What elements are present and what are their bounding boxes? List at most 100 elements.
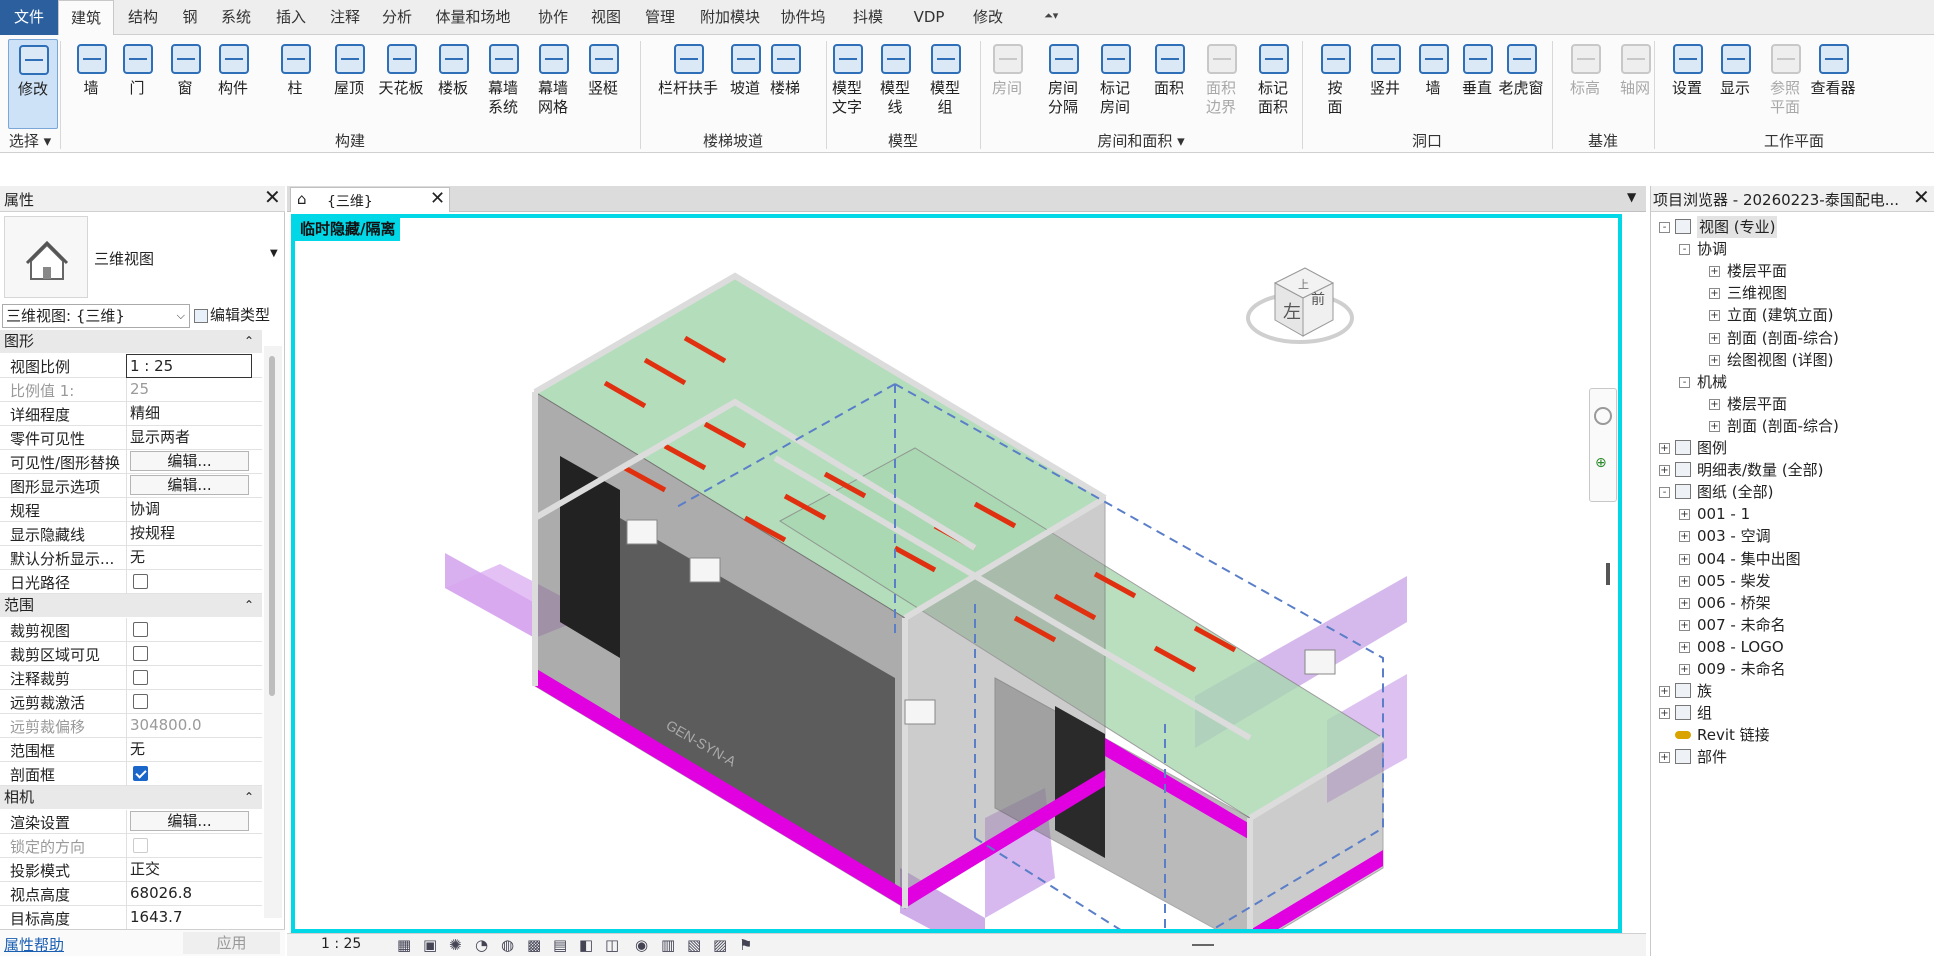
view-control-icon-0[interactable]: ▦ xyxy=(397,936,411,954)
ribbon-button-23[interactable]: 标记 面积 xyxy=(1248,39,1298,129)
menu-tab-3[interactable]: 钢 xyxy=(172,0,208,35)
property-checkbox[interactable] xyxy=(133,646,148,661)
expand-icon[interactable]: + xyxy=(1659,443,1670,454)
viewport-resize-handle[interactable] xyxy=(1606,563,1610,585)
menu-tab-2[interactable]: 结构 xyxy=(114,0,172,35)
collapse-icon[interactable]: - xyxy=(1659,487,1670,499)
view-control-icon-10[interactable]: ▥ xyxy=(661,936,675,954)
tree-node[interactable]: +003 - 空调 xyxy=(1651,525,1934,547)
property-value[interactable]: 1 : 25 xyxy=(126,354,252,378)
close-tab-icon[interactable]: ✕ xyxy=(430,188,445,209)
expand-icon[interactable]: + xyxy=(1679,664,1690,675)
ribbon-button-29[interactable]: 标高 xyxy=(1560,39,1610,129)
ribbon-button-12[interactable]: 栏杆扶手 xyxy=(648,39,728,129)
view-control-icon-11[interactable]: ▧ xyxy=(687,936,701,954)
tree-node[interactable]: + 绘图视图 (详图) xyxy=(1651,349,1934,371)
tree-node[interactable]: +004 - 集中出图 xyxy=(1651,548,1934,570)
menu-tab-11[interactable]: 管理 xyxy=(630,0,690,35)
tree-node[interactable]: + 部件 xyxy=(1651,746,1934,768)
instance-selector[interactable]: 三维视图: {三维} ⌵ xyxy=(2,304,190,328)
expand-icon[interactable]: + xyxy=(1709,420,1720,432)
property-checkbox[interactable] xyxy=(133,622,148,637)
ribbon-group-0[interactable]: 选择 ▾ xyxy=(0,130,60,152)
ribbon-button-5[interactable]: 柱 xyxy=(270,39,320,129)
edit-button[interactable]: 编辑... xyxy=(130,451,249,471)
menu-tab-13[interactable]: 协件坞 xyxy=(770,0,836,35)
tree-node[interactable]: +009 - 未命名 xyxy=(1651,658,1934,680)
expand-icon[interactable]: + xyxy=(1679,575,1690,587)
collapse-icon[interactable]: ⌃ xyxy=(244,594,254,617)
view-control-icon-1[interactable]: ▣ xyxy=(423,936,437,954)
property-value[interactable]: 无 xyxy=(126,546,252,570)
properties-scrollbar[interactable] xyxy=(264,346,282,918)
ribbon-button-26[interactable]: 墙 xyxy=(1408,39,1458,129)
tree-node[interactable]: - 机械 xyxy=(1651,371,1934,393)
menu-tab-16[interactable]: 修改 xyxy=(958,0,1018,35)
ribbon-button-25[interactable]: 竖井 xyxy=(1360,39,1410,129)
property-checkbox[interactable] xyxy=(133,766,148,781)
view-control-icon-3[interactable]: ◔ xyxy=(475,936,488,954)
property-value[interactable]: 显示两者 xyxy=(126,426,252,450)
splitter-handle[interactable] xyxy=(1192,944,1214,946)
property-value[interactable]: 68026.8 xyxy=(126,882,252,906)
edit-type-button[interactable]: 编辑类型 xyxy=(194,304,284,328)
ribbon-button-27[interactable]: 垂直 xyxy=(1452,39,1502,129)
property-value[interactable]: 编辑... xyxy=(126,450,252,474)
properties-section-2[interactable]: 相机 ⌃ xyxy=(0,786,262,809)
tree-node[interactable]: + 族 xyxy=(1651,680,1934,702)
properties-section-0[interactable]: 图形 ⌃ xyxy=(0,330,262,353)
tree-node[interactable]: + 三维视图 xyxy=(1651,282,1934,304)
expand-icon[interactable]: + xyxy=(1679,641,1690,653)
menu-tab-0[interactable]: 文件 xyxy=(0,0,58,35)
building-model[interactable]: GEN-SYN-A xyxy=(295,218,1618,929)
expand-icon[interactable]: + xyxy=(1709,310,1720,322)
view-control-icon-2[interactable]: ✺ xyxy=(449,936,462,954)
tree-node[interactable]: +001 - 1 xyxy=(1651,503,1934,525)
ribbon-button-34[interactable]: 查看器 xyxy=(1808,39,1858,129)
property-value[interactable]: 精细 xyxy=(126,402,252,426)
ribbon-button-19[interactable]: 房间 分隔 xyxy=(1038,39,1088,129)
ribbon-button-30[interactable]: 轴网 xyxy=(1610,39,1660,129)
property-value[interactable]: 编辑... xyxy=(126,474,252,498)
expand-icon[interactable]: + xyxy=(1659,686,1670,698)
3d-viewport[interactable]: 临时隐藏/隔离 GEN-SYN-A 左 前 上 ⊕ xyxy=(291,214,1622,933)
apply-button[interactable]: 应用 xyxy=(183,932,280,954)
ribbon-button-15[interactable]: 模型 文字 xyxy=(822,39,872,129)
tree-node[interactable]: +007 - 未命名 xyxy=(1651,614,1934,636)
ribbon-button-17[interactable]: 模型 组 xyxy=(920,39,970,129)
property-value[interactable] xyxy=(126,834,252,858)
view-control-icon-4[interactable]: ◍ xyxy=(501,936,514,954)
tree-node[interactable]: + 组 xyxy=(1651,702,1934,724)
view-control-icon-7[interactable]: ◧ xyxy=(579,936,593,954)
ribbon-button-2[interactable]: 门 xyxy=(112,39,162,129)
tree-node[interactable]: - 视图 (专业) xyxy=(1651,216,1934,238)
ribbon-button-32[interactable]: 显示 xyxy=(1710,39,1760,129)
tree-node[interactable]: +005 - 柴发 xyxy=(1651,570,1934,592)
expand-icon[interactable]: + xyxy=(1659,752,1670,764)
type-dropdown-icon[interactable]: ▼ xyxy=(270,248,278,259)
tree-node[interactable]: Revit 链接 xyxy=(1651,724,1934,746)
ribbon-button-10[interactable]: 幕墙 网格 xyxy=(528,39,578,129)
expand-icon[interactable]: + xyxy=(1679,553,1690,565)
view-cube[interactable]: 左 前 上 xyxy=(1245,258,1355,348)
menu-tab-14[interactable]: 抖模 xyxy=(836,0,900,35)
collapse-icon[interactable]: - xyxy=(1659,222,1670,233)
view-control-icon-9[interactable]: ◉ xyxy=(635,936,648,954)
collapse-icon[interactable]: - xyxy=(1679,376,1690,388)
ribbon-button-14[interactable]: 楼梯 xyxy=(760,39,810,129)
menu-tab-6[interactable]: 注释 xyxy=(318,0,372,35)
quick-access-dropdown-icon[interactable]: ⏶▾ xyxy=(1044,9,1058,23)
ribbon-button-21[interactable]: 面积 xyxy=(1144,39,1194,129)
menu-tab-8[interactable]: 体量和场地 xyxy=(422,0,524,35)
tab-list-icon[interactable]: ▼ xyxy=(1627,190,1636,204)
edit-button[interactable]: 编辑... xyxy=(130,811,249,831)
properties-section-1[interactable]: 范围 ⌃ xyxy=(0,594,262,617)
ribbon-button-18[interactable]: 房间 xyxy=(982,39,1032,129)
ribbon-button-9[interactable]: 幕墙 系统 xyxy=(478,39,528,129)
ribbon-button-22[interactable]: 面积 边界 xyxy=(1196,39,1246,129)
menu-tab-7[interactable]: 分析 xyxy=(372,0,422,35)
expand-icon[interactable]: + xyxy=(1709,398,1720,410)
view-control-icon-13[interactable]: ⚑ xyxy=(739,936,752,954)
properties-help-link[interactable]: 属性帮助 xyxy=(4,934,64,955)
tree-node[interactable]: - 协调 xyxy=(1651,238,1934,260)
